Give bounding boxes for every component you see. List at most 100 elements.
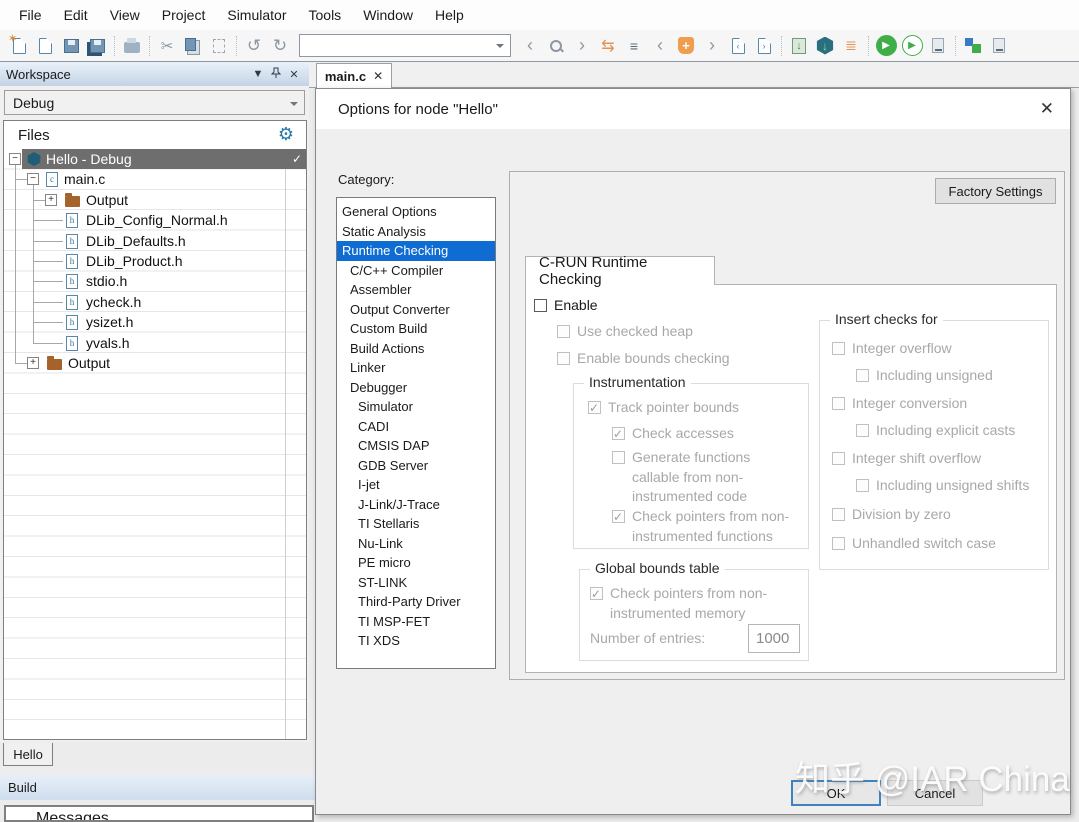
debug-without-download-icon[interactable]: ▶ <box>899 34 925 58</box>
breakpoints-icon[interactable] <box>960 34 986 58</box>
debug-dropdown-icon[interactable] <box>925 34 951 58</box>
category-item-runtime-checking[interactable]: Runtime Checking <box>337 241 495 261</box>
category-item-jlink[interactable]: J-Link/J-Trace <box>337 495 495 515</box>
workspace-titlebar: Workspace ▼ ✕ <box>0 62 309 86</box>
category-item-ti-stellaris[interactable]: TI Stellaris <box>337 514 495 534</box>
tab-crun-runtime-checking[interactable]: C-RUN Runtime Checking <box>525 254 715 288</box>
generate-functions-checkbox: Generate functions callable from non-ins… <box>612 448 790 507</box>
tree-row-file[interactable]: h DLib_Product.h <box>4 251 306 272</box>
menu-window[interactable]: Window <box>352 3 424 27</box>
category-item-gdb-server[interactable]: GDB Server <box>337 456 495 476</box>
open-document-icon[interactable] <box>32 34 58 58</box>
tree-row-file[interactable]: h yvals.h <box>4 333 306 354</box>
expand-icon[interactable]: + <box>45 193 57 206</box>
batch-build-icon[interactable]: ≣ <box>838 34 864 58</box>
category-item-custom-build[interactable]: Custom Build <box>337 319 495 339</box>
goto-function-list-icon[interactable]: ≡ <box>621 34 647 58</box>
category-item-output-converter[interactable]: Output Converter <box>337 300 495 320</box>
menu-project[interactable]: Project <box>151 3 217 27</box>
tree-row-folder[interactable]: + Output <box>4 353 306 374</box>
print-icon[interactable] <box>119 34 145 58</box>
integer-conversion-checkbox: Integer conversion <box>832 394 967 414</box>
tree-row-file[interactable]: h ycheck.h <box>4 292 306 313</box>
category-item-ti-msp-fet[interactable]: TI MSP-FET <box>337 612 495 632</box>
category-item-third-party[interactable]: Third-Party Driver <box>337 592 495 612</box>
previous-bookmark-icon[interactable]: ‹ <box>647 34 673 58</box>
expand-icon[interactable]: + <box>27 357 39 369</box>
toggle-source-header-icon[interactable]: ⇆ <box>595 34 621 58</box>
paste-icon[interactable] <box>206 34 232 58</box>
category-item-compiler[interactable]: C/C++ Compiler <box>337 261 495 281</box>
save-icon[interactable] <box>58 34 84 58</box>
close-icon[interactable]: ✕ <box>285 68 303 81</box>
copy-icon[interactable] <box>180 34 206 58</box>
category-item-pe-micro[interactable]: PE micro <box>337 553 495 573</box>
menu-tools[interactable]: Tools <box>298 3 353 27</box>
add-bookmark-icon[interactable]: + <box>673 34 699 58</box>
category-item-static-analysis[interactable]: Static Analysis <box>337 222 495 242</box>
workspace-menu-icon[interactable]: ▼ <box>249 68 267 80</box>
category-item-nu-link[interactable]: Nu-Link <box>337 534 495 554</box>
breakpoints-dropdown-icon[interactable] <box>986 34 1012 58</box>
category-item-st-link[interactable]: ST-LINK <box>337 573 495 593</box>
files-header-label: Files <box>18 127 50 144</box>
navigate-back-icon[interactable]: ‹ <box>517 34 543 58</box>
undo-icon[interactable]: ↺ <box>241 34 267 58</box>
category-item-build-actions[interactable]: Build Actions <box>337 339 495 359</box>
menu-help[interactable]: Help <box>424 3 475 27</box>
gear-icon[interactable]: ⚙ <box>278 124 294 145</box>
next-document-icon[interactable]: › <box>751 34 777 58</box>
collapse-icon[interactable]: − <box>27 173 39 186</box>
dialog-close-icon[interactable]: ✕ <box>1040 99 1054 119</box>
menu-edit[interactable]: Edit <box>53 3 99 27</box>
category-item-linker[interactable]: Linker <box>337 358 495 378</box>
tree-row-project[interactable]: ✓ − Hello - Debug <box>4 149 306 170</box>
search-combo[interactable] <box>299 34 511 57</box>
navigate-forward-icon[interactable]: › <box>569 34 595 58</box>
pin-icon[interactable] <box>267 67 285 82</box>
category-item-debugger[interactable]: Debugger <box>337 378 495 398</box>
category-item-general-options[interactable]: General Options <box>337 202 495 222</box>
redo-icon[interactable]: ↻ <box>267 34 293 58</box>
editor-tab-main-c[interactable]: main.c ✕ <box>316 63 392 88</box>
workspace-bottom-tab[interactable]: Hello <box>3 743 53 766</box>
menu-file[interactable]: File <box>8 3 53 27</box>
config-selector[interactable]: Debug <box>4 90 305 115</box>
collapse-icon[interactable]: − <box>9 153 21 165</box>
project-checkmark-icon: ✓ <box>286 149 306 169</box>
files-tree: ✓ − Hello - Debug − c main.c + Output h … <box>4 149 306 739</box>
previous-document-icon[interactable]: ‹ <box>725 34 751 58</box>
menu-simulator[interactable]: Simulator <box>216 3 297 27</box>
factory-settings-button[interactable]: Factory Settings <box>935 178 1056 204</box>
tree-row-file[interactable]: h DLib_Defaults.h <box>4 231 306 252</box>
next-bookmark-icon[interactable]: › <box>699 34 725 58</box>
ok-button[interactable]: OK <box>791 780 881 806</box>
save-all-icon[interactable] <box>84 34 110 58</box>
menu-view[interactable]: View <box>99 3 151 27</box>
tree-row-file[interactable]: h stdio.h <box>4 271 306 292</box>
search-icon[interactable] <box>543 34 569 58</box>
category-item-ti-xds[interactable]: TI XDS <box>337 631 495 651</box>
tree-row-file[interactable]: − c main.c <box>4 169 306 190</box>
h-file-icon: h <box>66 315 78 331</box>
category-item-cmsis-dap[interactable]: CMSIS DAP <box>337 436 495 456</box>
workspace-panel: Workspace ▼ ✕ Debug Files ⚙ ✓ − Hello - … <box>0 62 309 766</box>
build-panel-titlebar[interactable]: Build <box>0 775 316 800</box>
tree-row-file[interactable]: h ysizet.h <box>4 312 306 333</box>
category-item-simulator[interactable]: Simulator <box>337 397 495 417</box>
category-item-assembler[interactable]: Assembler <box>337 280 495 300</box>
number-of-entries-input[interactable] <box>748 624 800 653</box>
cancel-button[interactable]: Cancel <box>887 780 983 806</box>
category-item-cadi[interactable]: CADI <box>337 417 495 437</box>
tab-close-icon[interactable]: ✕ <box>373 69 383 83</box>
compile-icon[interactable]: ↓ <box>786 34 812 58</box>
new-document-icon[interactable]: ✶ <box>6 33 32 58</box>
cut-icon[interactable]: ✂ <box>154 34 180 58</box>
enable-checkbox[interactable]: Enable <box>534 296 598 316</box>
download-and-debug-icon[interactable]: ▶ <box>873 34 899 58</box>
category-item-i-jet[interactable]: I-jet <box>337 475 495 495</box>
h-file-icon: h <box>66 213 78 229</box>
tree-row-file[interactable]: h DLib_Config_Normal.h <box>4 210 306 231</box>
make-icon[interactable]: ↓ <box>812 34 838 58</box>
tree-row-folder[interactable]: + Output <box>4 190 306 211</box>
